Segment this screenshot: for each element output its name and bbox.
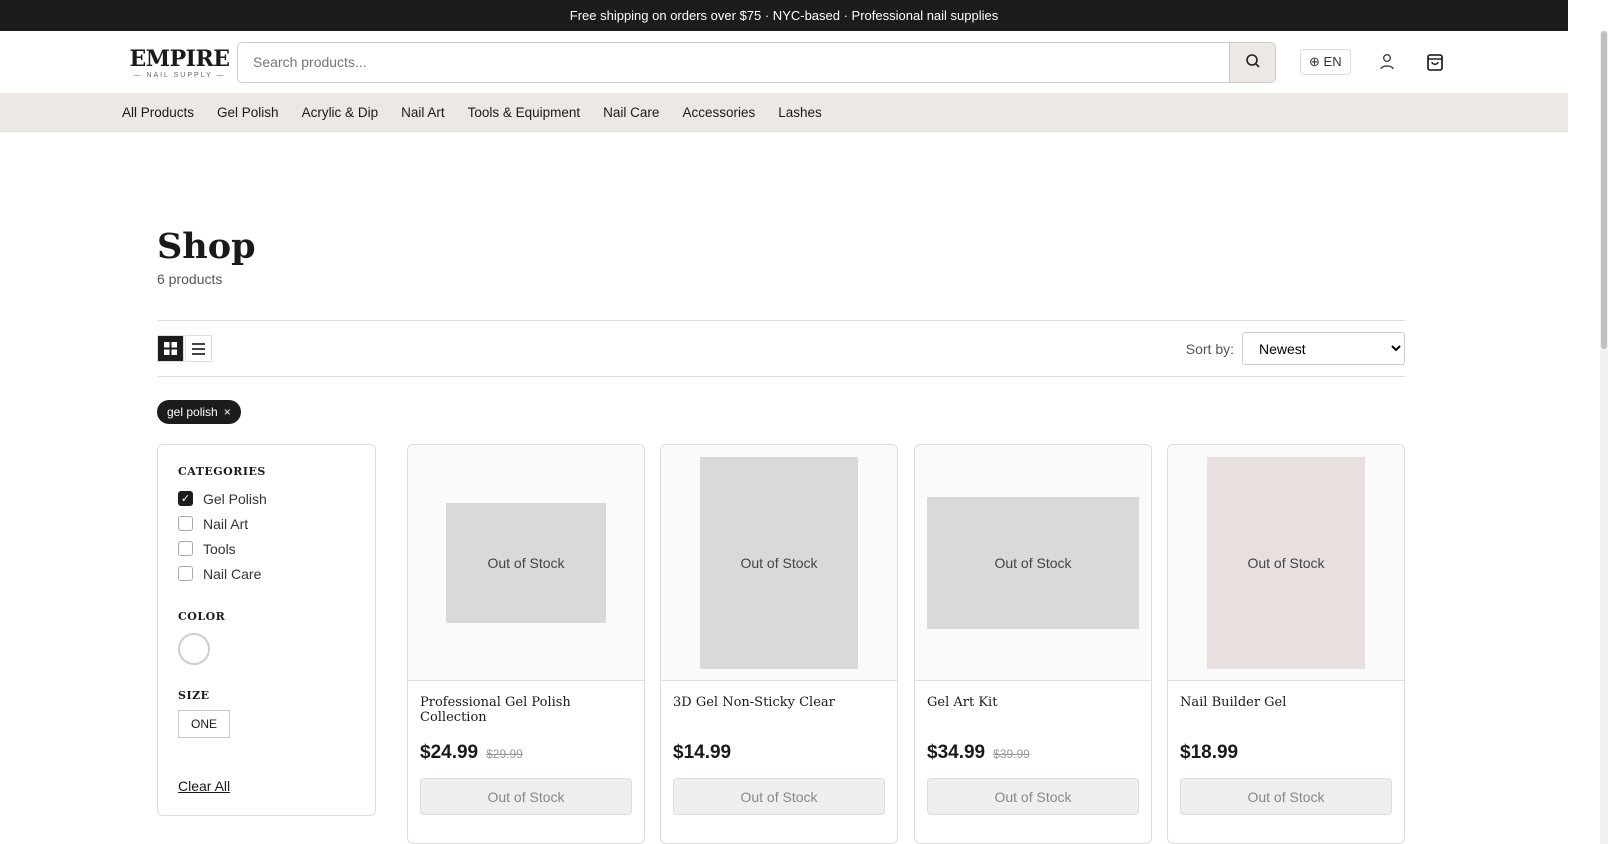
sort-control: Sort by: Newest (1186, 332, 1405, 365)
color-heading: COLOR (178, 610, 226, 623)
out-of-stock-button[interactable]: Out of Stock (1180, 778, 1392, 815)
product-price: $14.99 (673, 742, 732, 763)
original-price: $29.99 (486, 747, 523, 761)
out-of-stock-overlay: Out of Stock (487, 555, 565, 571)
active-filter-chip[interactable]: gel polish × (157, 400, 241, 424)
cart-button[interactable] (1423, 50, 1447, 74)
search-icon (1245, 53, 1260, 68)
out-of-stock-button[interactable]: Out of Stock (927, 778, 1139, 815)
out-of-stock-button[interactable]: Out of Stock (420, 778, 632, 815)
page-title: Shop (157, 226, 256, 267)
product-image[interactable]: Out of Stock (915, 445, 1151, 681)
scrollbar-thumb[interactable] (1601, 31, 1607, 349)
chip-label: gel polish (167, 405, 218, 419)
nav-item[interactable]: Tools & Equipment (468, 105, 581, 120)
out-of-stock-overlay: Out of Stock (994, 555, 1072, 571)
filter-sidebar: CATEGORIES ✓ Gel Polish Nail Art Tools Na… (157, 444, 376, 816)
checkbox-checked[interactable]: ✓ (178, 491, 193, 506)
announcement-bar: Free shipping on orders over $75 · NYC-b… (0, 0, 1568, 31)
product-image[interactable]: Out of Stock (1168, 445, 1404, 681)
category-tools[interactable]: Tools (178, 536, 355, 561)
account-button[interactable] (1375, 50, 1399, 74)
product-card[interactable]: Out of Stock Gel Art Kit $34.99 $39.99 Ou… (914, 444, 1152, 844)
globe-icon: ⊕ (1309, 54, 1320, 69)
nav-item[interactable]: Lashes (778, 105, 822, 120)
product-title[interactable]: 3D Gel Non-Sticky Clear (661, 681, 897, 737)
grid-icon (164, 342, 177, 355)
language-selector[interactable]: ⊕ EN (1300, 49, 1351, 75)
nav-item[interactable]: Nail Art (401, 105, 445, 120)
product-card[interactable]: Out of Stock 3D Gel Non-Sticky Clear $14… (660, 444, 898, 844)
categories-heading: CATEGORIES (178, 465, 266, 478)
original-price: $39.99 (993, 747, 1030, 761)
close-icon[interactable]: × (224, 405, 231, 419)
checkbox[interactable] (178, 566, 193, 581)
search-button[interactable] (1229, 42, 1275, 82)
product-title[interactable]: Gel Art Kit (915, 681, 1151, 737)
scrollbar[interactable] (1600, 31, 1608, 844)
product-card[interactable]: Out of Stock Nail Builder Gel $18.99 Out… (1167, 444, 1405, 844)
nav-item[interactable]: Acrylic & Dip (302, 105, 379, 120)
list-view-button[interactable] (185, 335, 212, 362)
category-label: Nail Art (203, 515, 249, 532)
category-gel-polish[interactable]: ✓ Gel Polish (178, 486, 355, 511)
out-of-stock-button[interactable]: Out of Stock (673, 778, 885, 815)
category-label: Nail Care (203, 565, 262, 582)
search-bar (237, 41, 1276, 83)
header: EMPIRE — NAIL SUPPLY — ⊕ EN (0, 31, 1568, 93)
checkbox[interactable] (178, 541, 193, 556)
sort-select[interactable]: Newest (1242, 332, 1405, 365)
language-label: EN (1323, 54, 1342, 69)
size-heading: SIZE (178, 689, 210, 702)
size-option[interactable]: ONE (178, 710, 231, 738)
category-nail-art[interactable]: Nail Art (178, 511, 355, 536)
sort-label: Sort by: (1185, 340, 1234, 357)
product-count: 6 products (157, 271, 223, 287)
nav-item[interactable]: Accessories (682, 105, 755, 120)
category-nav: All Products Gel Polish Acrylic & Dip Na… (0, 93, 1568, 132)
product-image[interactable]: Out of Stock (408, 445, 644, 681)
user-icon (1379, 54, 1394, 70)
product-card[interactable]: Out of Stock Professional Gel Polish Col… (407, 444, 645, 844)
category-label: Gel Polish (203, 490, 267, 507)
cart-icon (1426, 54, 1443, 71)
clear-all-link[interactable]: Clear All (178, 778, 355, 794)
nav-item[interactable]: Gel Polish (217, 105, 279, 120)
grid-view-button[interactable] (157, 335, 184, 362)
category-label: Tools (203, 540, 236, 557)
logo-tagline: — NAIL SUPPLY — (133, 71, 226, 79)
nav-item[interactable]: Nail Care (603, 105, 659, 120)
search-input[interactable] (238, 42, 1229, 82)
category-nail-care[interactable]: Nail Care (178, 561, 355, 586)
product-price: $34.99 (927, 742, 986, 763)
color-swatch-white[interactable] (178, 633, 210, 665)
checkbox[interactable] (178, 516, 193, 531)
product-price: $24.99 (420, 742, 479, 763)
product-title[interactable]: Professional Gel Polish Collection (408, 681, 644, 737)
out-of-stock-overlay: Out of Stock (740, 555, 818, 571)
list-icon (192, 342, 205, 355)
nav-item[interactable]: All Products (122, 105, 194, 120)
logo[interactable]: EMPIRE — NAIL SUPPLY — (122, 46, 237, 79)
product-price: $18.99 (1180, 742, 1239, 763)
product-title[interactable]: Nail Builder Gel (1168, 681, 1404, 737)
out-of-stock-overlay: Out of Stock (1247, 555, 1325, 571)
product-image[interactable]: Out of Stock (661, 445, 897, 681)
toolbar: Sort by: Newest (157, 320, 1405, 377)
logo-name: EMPIRE (129, 45, 230, 72)
